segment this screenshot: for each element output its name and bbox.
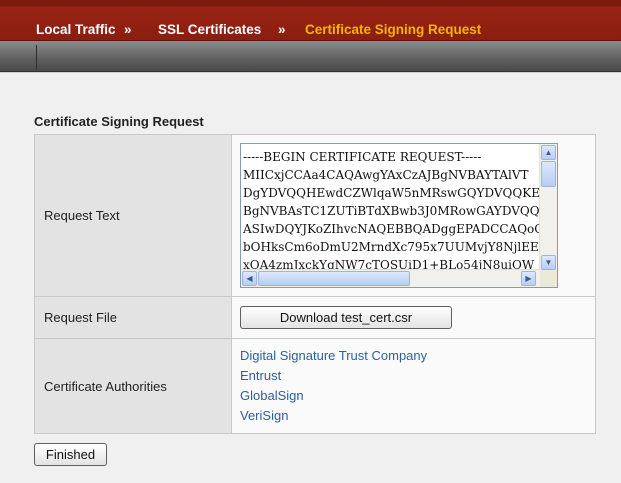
- csr-line: xQA4zmJxckYgNW7cTQSUiD1+BLo54jN8uiQW: [243, 258, 535, 270]
- scroll-down-arrow-icon[interactable]: ▼: [541, 255, 556, 270]
- certificate-authorities-cell: Digital Signature Trust Company Entrust …: [231, 338, 596, 434]
- breadcrumb: Local Traffic » SSL Certificates » Certi…: [0, 0, 621, 41]
- request-text-label: Request Text: [34, 134, 232, 297]
- scroll-up-arrow-icon[interactable]: ▲: [541, 145, 556, 160]
- ca-link-digital-signature-trust[interactable]: Digital Signature Trust Company: [240, 346, 595, 366]
- csr-line: BgNVBAsTC1ZUTiBTdXBwb3J0MRowGAYDVQQD: [243, 204, 539, 218]
- breadcrumb-local-traffic[interactable]: Local Traffic: [36, 22, 116, 37]
- breadcrumb-separator: »: [124, 22, 132, 37]
- request-text-row: Request Text -----BEGIN CERTIFICATE REQU…: [34, 134, 596, 297]
- request-file-cell: Download test_cert.csr: [231, 296, 596, 339]
- horizontal-scrollbar[interactable]: ◀ ▶: [241, 269, 541, 287]
- request-file-row: Request File Download test_cert.csr: [34, 296, 596, 339]
- download-csr-button[interactable]: Download test_cert.csr: [240, 306, 452, 329]
- scrollbar-corner: [540, 270, 557, 287]
- vertical-scrollbar[interactable]: ▲ ▼: [539, 144, 557, 271]
- csr-text-content[interactable]: -----BEGIN CERTIFICATE REQUEST----- MIICx…: [243, 148, 539, 270]
- scroll-right-arrow-icon[interactable]: ▶: [521, 271, 536, 286]
- csr-line: ASIwDQYJKoZIhvcNAQEBBQADggEPADCCAQoC: [243, 222, 539, 236]
- breadcrumb-separator: »: [278, 22, 286, 37]
- csr-line: MIICxjCCAa4CAQAwgYAxCzAJBgNVBAYTAlVT: [243, 168, 529, 182]
- csr-line: DgYDVQQHEwdCZWlqaW5nMRswGQYDVQQKExJ: [243, 186, 539, 200]
- finished-button[interactable]: Finished: [34, 443, 107, 466]
- certificate-authorities-row: Certificate Authorities Digital Signatur…: [34, 338, 596, 434]
- csr-line: -----BEGIN CERTIFICATE REQUEST-----: [243, 150, 482, 164]
- ca-link-globalsign[interactable]: GlobalSign: [240, 386, 595, 406]
- breadcrumb-current-page: Certificate Signing Request: [305, 22, 482, 37]
- breadcrumb-ssl-certificates[interactable]: SSL Certificates: [158, 22, 261, 37]
- request-text-cell: -----BEGIN CERTIFICATE REQUEST----- MIICx…: [231, 134, 596, 297]
- section-title: Certificate Signing Request: [34, 114, 204, 129]
- certificate-authorities-label: Certificate Authorities: [34, 338, 232, 434]
- scroll-left-arrow-icon[interactable]: ◀: [242, 271, 257, 286]
- request-text-area[interactable]: -----BEGIN CERTIFICATE REQUEST----- MIICx…: [240, 143, 558, 288]
- horizontal-scroll-thumb[interactable]: [258, 271, 410, 286]
- request-file-label: Request File: [34, 296, 232, 339]
- ca-link-entrust[interactable]: Entrust: [240, 366, 595, 386]
- toolbar-divider: [36, 45, 37, 69]
- csr-properties-table: Request Text -----BEGIN CERTIFICATE REQU…: [34, 134, 596, 434]
- ca-link-list: Digital Signature Trust Company Entrust …: [240, 339, 595, 433]
- tab-toolbar: [0, 41, 621, 72]
- ca-link-verisign[interactable]: VeriSign: [240, 406, 595, 426]
- vertical-scroll-thumb[interactable]: [541, 161, 556, 187]
- csr-line: bOHksCm6oDmU2MrndXc795x7UUMvjY8NjlEE: [243, 240, 539, 254]
